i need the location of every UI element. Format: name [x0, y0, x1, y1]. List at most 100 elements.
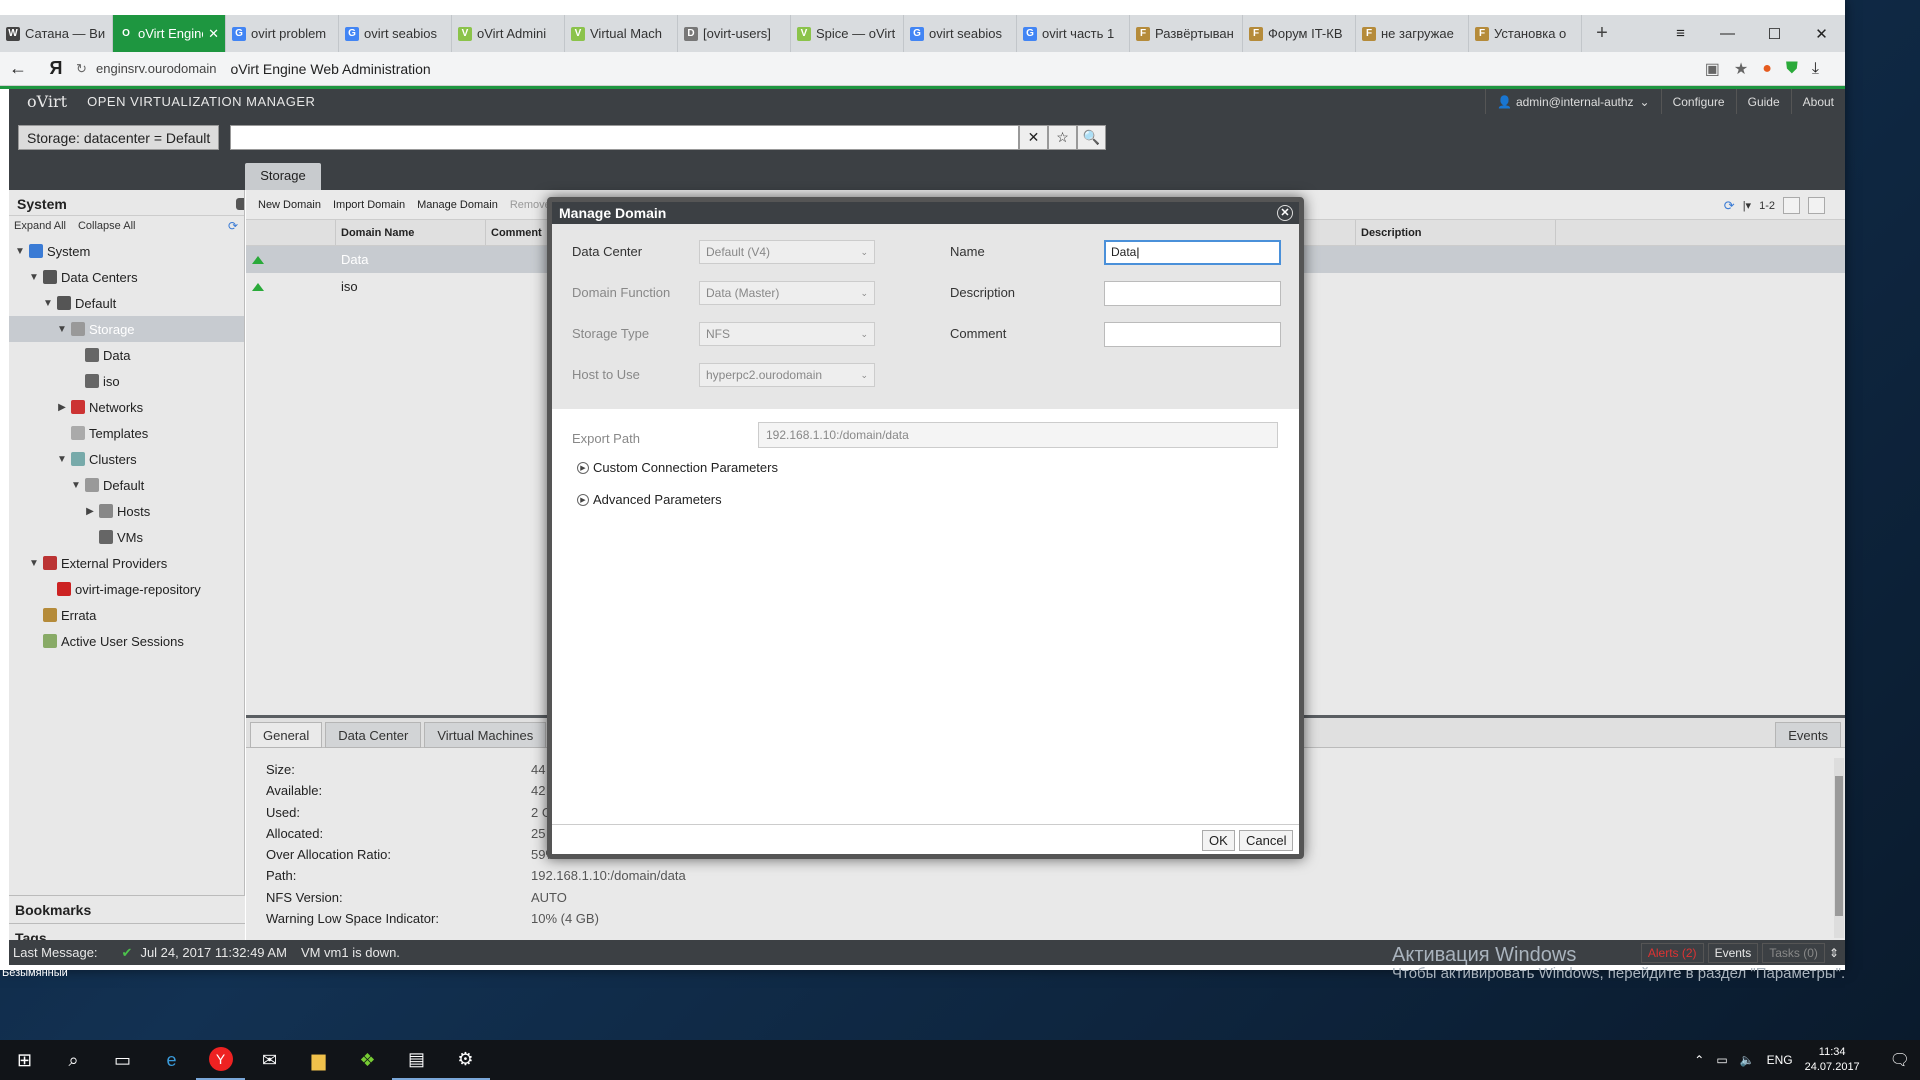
about-link[interactable]: About	[1790, 89, 1845, 114]
edge-icon[interactable]: e	[147, 1040, 196, 1080]
domain-name-header[interactable]: Domain Name	[336, 220, 486, 245]
search-icon[interactable]: 🔍	[1077, 125, 1106, 150]
explorer-icon[interactable]: ▆	[294, 1040, 343, 1080]
refresh-tree-icon[interactable]: ⟳	[228, 219, 238, 233]
browser-tab[interactable]: W Сатана — Ви	[0, 15, 113, 52]
yandex-browser-icon[interactable]: Y	[196, 1040, 245, 1080]
data-center-select[interactable]: Default (V4) ⌄	[699, 240, 875, 264]
virt-viewer-icon[interactable]: ❖	[343, 1040, 392, 1080]
description-input[interactable]	[1104, 281, 1281, 306]
tree-node[interactable]: ▶ Hosts	[9, 498, 244, 524]
tree-node[interactable]: ▼ Data Centers	[9, 264, 244, 290]
chevron-right-icon[interactable]: ▶	[83, 506, 97, 517]
tree-node[interactable]: ovirt-image-repository	[9, 576, 244, 602]
network-icon[interactable]: ▭	[1716, 1053, 1727, 1067]
tab-data-center[interactable]: Data Center	[325, 722, 422, 748]
address-host[interactable]: enginsrv.ourodomain	[96, 61, 216, 76]
prev-page-icon[interactable]	[1783, 197, 1800, 214]
close-tab-icon[interactable]: ✕	[208, 26, 219, 42]
tree-node[interactable]: Data	[9, 342, 244, 368]
import-domain-button[interactable]: Import Domain	[333, 199, 405, 211]
tree-node[interactable]: ▼ Clusters	[9, 446, 244, 472]
back-icon[interactable]: ←	[0, 58, 36, 79]
next-page-icon[interactable]	[1808, 197, 1825, 214]
name-input[interactable]: Data|	[1104, 240, 1281, 265]
collapse-all-link[interactable]: Collapse All	[78, 220, 135, 234]
tab-storage[interactable]: Storage	[245, 163, 321, 190]
close-dialog-icon[interactable]: ✕	[1277, 205, 1293, 221]
scrollbar-thumb[interactable]	[1835, 776, 1843, 916]
advanced-parameters-toggle[interactable]: ▶ Advanced Parameters	[577, 492, 722, 507]
mail-icon[interactable]: ✉	[245, 1040, 294, 1080]
lock-icon[interactable]: ▣	[1705, 59, 1720, 79]
tree-node[interactable]: Errata	[9, 602, 244, 628]
browser-tab[interactable]: OoVirt Engine ✕	[113, 15, 226, 52]
new-tab-button[interactable]: +	[1582, 15, 1622, 52]
configure-link[interactable]: Configure	[1660, 89, 1736, 114]
address-page-title[interactable]: oVirt Engine Web Administration	[230, 61, 430, 77]
remove-button[interactable]: Remove	[510, 199, 551, 211]
chevron-down-icon[interactable]: ▼	[27, 272, 41, 283]
terminal-icon[interactable]: ▤	[392, 1040, 441, 1080]
domain-function-select[interactable]: Data (Master) ⌄	[699, 281, 875, 305]
guide-link[interactable]: Guide	[1735, 89, 1791, 114]
maximize-icon[interactable]: ☐	[1751, 25, 1798, 43]
close-window-icon[interactable]: ✕	[1798, 25, 1845, 43]
browser-tab[interactable]: Fне загружае	[1356, 15, 1469, 52]
shield-icon[interactable]: ⛊	[1786, 60, 1798, 78]
custom-connection-toggle[interactable]: ▶ Custom Connection Parameters	[577, 460, 778, 475]
refresh-icon[interactable]: ⟳	[1724, 198, 1735, 214]
protect-icon[interactable]: ●	[1762, 60, 1772, 78]
tree-node[interactable]: iso	[9, 368, 244, 394]
tree-node[interactable]: ▼ Default	[9, 290, 244, 316]
chevron-down-icon[interactable]: ▼	[55, 324, 69, 335]
cancel-button[interactable]: Cancel	[1239, 830, 1294, 851]
browser-tab[interactable]: Govirt problem	[226, 15, 339, 52]
volume-icon[interactable]: 🔈	[1740, 1053, 1755, 1067]
yandex-logo-icon[interactable]: Я	[36, 58, 76, 79]
tab-events[interactable]: Events	[1775, 722, 1841, 748]
chevron-down-icon[interactable]: ▼	[27, 558, 41, 569]
manage-domain-button[interactable]: Manage Domain	[417, 199, 498, 211]
browser-tab[interactable]: VoVirt Admini	[452, 15, 565, 52]
browser-tab[interactable]: V Spice — oVirt	[791, 15, 904, 52]
browser-tab[interactable]: F Установка о	[1469, 15, 1582, 52]
tree-node[interactable]: ▼ External Providers	[9, 550, 244, 576]
menu-icon[interactable]: ≡	[1657, 25, 1704, 42]
clock[interactable]: 11:34 24.07.2017	[1805, 1045, 1860, 1075]
comment-input[interactable]	[1104, 322, 1281, 347]
chevron-down-icon[interactable]: ▼	[41, 298, 55, 309]
language-indicator[interactable]: ENG	[1767, 1053, 1793, 1067]
notifications-icon[interactable]: 🗨	[1890, 1050, 1910, 1070]
search-input[interactable]	[230, 125, 1019, 150]
chevron-down-icon[interactable]: ▼	[69, 480, 83, 491]
tree-node[interactable]: ▼ System	[9, 238, 244, 264]
browser-tab[interactable]: V Virtual Mach	[565, 15, 678, 52]
storage-type-select[interactable]: NFS ⌄	[699, 322, 875, 346]
tray-chevron-icon[interactable]: ⌃	[1694, 1053, 1704, 1067]
host-select[interactable]: hyperpc2.ourodomain ⌄	[699, 363, 875, 387]
reload-icon[interactable]: ↻	[76, 61, 96, 77]
minimize-icon[interactable]: —	[1704, 25, 1751, 42]
search-taskbar-icon[interactable]: ⌕	[49, 1040, 98, 1080]
browser-tab[interactable]: F Развёртыван	[1130, 15, 1243, 52]
start-icon[interactable]: ⊞	[0, 1040, 49, 1080]
tree-node[interactable]: ▶ Networks	[9, 394, 244, 420]
collapse-panel-handle[interactable]	[236, 198, 244, 210]
download-icon[interactable]: ⤓	[1812, 60, 1819, 78]
tab-general[interactable]: General	[250, 722, 323, 748]
browser-tab[interactable]: Govirt seabios	[904, 15, 1017, 52]
clear-search-icon[interactable]: ✕	[1019, 125, 1048, 150]
tree-node[interactable]: ▼ Storage	[9, 316, 244, 342]
tree-node[interactable]: Templates	[9, 420, 244, 446]
browser-tab[interactable]: D [ovirt-users]	[678, 15, 791, 52]
chevron-down-icon[interactable]: ▼	[13, 246, 27, 257]
bookmarks-panel[interactable]: Bookmarks	[9, 895, 245, 923]
remote-viewer-icon[interactable]: ⚙	[441, 1040, 490, 1080]
new-domain-button[interactable]: New Domain	[258, 199, 321, 211]
export-path-input[interactable]: 192.168.1.10:/domain/data	[758, 422, 1278, 448]
expand-all-link[interactable]: Expand All	[14, 220, 66, 234]
browser-tab[interactable]: Govirt часть 1	[1017, 15, 1130, 52]
browser-tab[interactable]: F Форум IT-КВ	[1243, 15, 1356, 52]
bookmark-search-icon[interactable]: ☆	[1048, 125, 1077, 150]
